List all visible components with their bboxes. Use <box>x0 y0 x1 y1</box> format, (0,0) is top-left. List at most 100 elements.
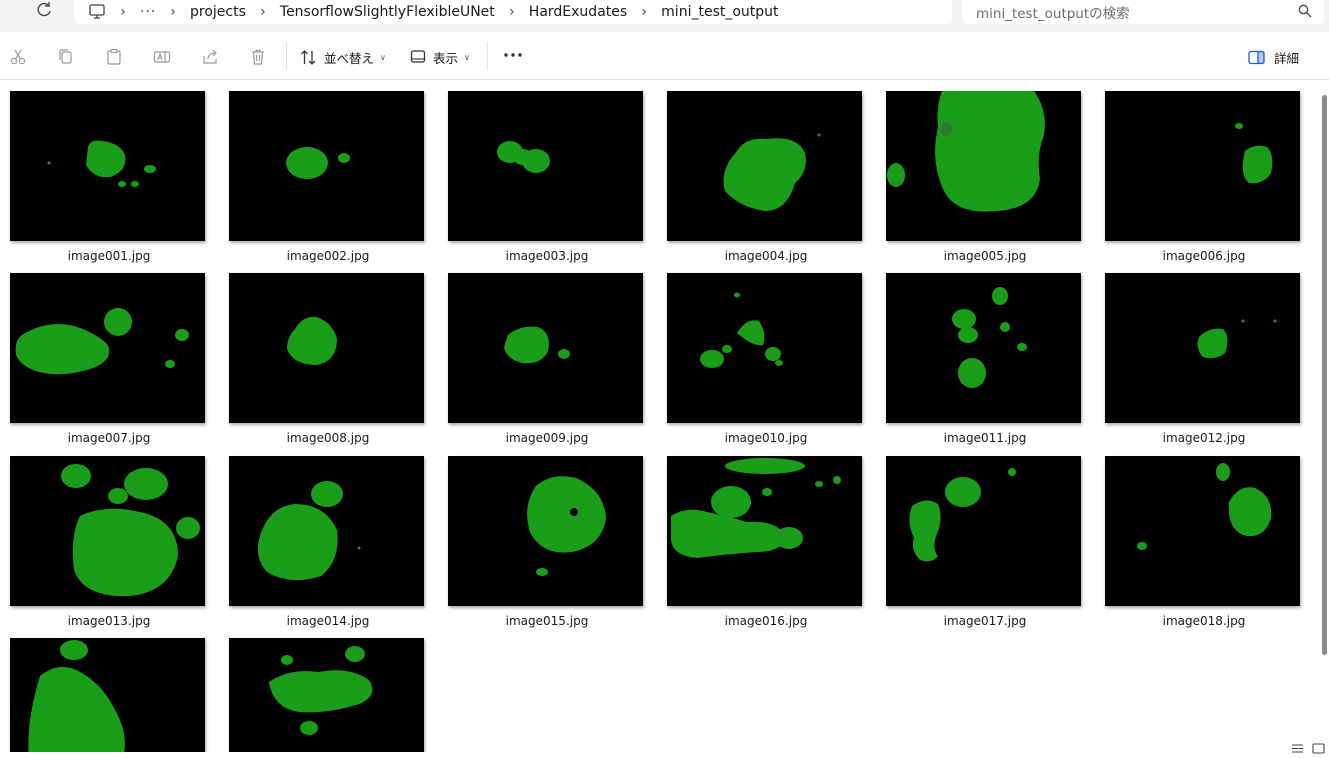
segmentation-mask-image <box>497 141 550 173</box>
segmentation-mask-image <box>952 287 1027 388</box>
segmentation-mask-image <box>700 292 783 368</box>
toolbar-divider <box>487 42 488 70</box>
delete-icon[interactable] <box>249 48 267 66</box>
file-thumbnail[interactable] <box>448 91 643 241</box>
command-bar: 並べ替え ∨ 表示 ∨ 詳細 <box>0 32 1329 80</box>
file-thumbnail[interactable] <box>448 456 643 606</box>
view-toggle-group <box>1291 739 1325 754</box>
file-name[interactable]: image006.jpg <box>1105 249 1303 263</box>
file-name[interactable]: image008.jpg <box>229 431 427 445</box>
file-thumbnail[interactable] <box>886 273 1081 423</box>
segmentation-mask-image <box>1197 319 1277 359</box>
chevron-right-icon[interactable]: › <box>106 4 140 20</box>
file-thumbnail[interactable] <box>1105 273 1300 423</box>
breadcrumb-tensorflow[interactable]: TensorflowSlightlyFlexibleUNet <box>280 4 495 20</box>
file-name[interactable]: image015.jpg <box>448 614 646 628</box>
file-name[interactable]: image017.jpg <box>886 614 1084 628</box>
view-label: 表示 <box>433 50 459 66</box>
file-thumbnail[interactable] <box>229 638 424 752</box>
details-label: 詳細 <box>1273 50 1299 66</box>
breadcrumb-overflow[interactable]: ··· <box>140 4 156 20</box>
chevron-right-icon[interactable]: › <box>495 4 529 20</box>
file-name[interactable]: image005.jpg <box>886 249 1084 263</box>
file-thumbnail[interactable] <box>229 273 424 423</box>
address-row: › ··· › projects › TensorflowSlightlyFle… <box>0 0 1329 32</box>
file-thumbnail[interactable] <box>10 456 205 606</box>
rename-icon[interactable] <box>153 48 171 66</box>
chevron-right-icon[interactable]: › <box>627 4 661 20</box>
sort-label: 並べ替え <box>324 50 375 66</box>
search-placeholder[interactable]: mini_test_outputの検索 <box>976 2 1130 22</box>
chevron-right-icon[interactable]: › <box>156 4 190 20</box>
file-thumbnail[interactable] <box>1105 91 1300 241</box>
file-name[interactable]: image010.jpg <box>667 431 865 445</box>
file-thumbnail[interactable] <box>10 638 205 752</box>
file-thumbnail[interactable] <box>667 273 862 423</box>
cut-icon[interactable] <box>9 48 27 66</box>
segmentation-mask-image <box>1235 123 1273 184</box>
more-options-icon[interactable] <box>502 45 524 65</box>
file-name[interactable]: image003.jpg <box>448 249 646 263</box>
copy-icon[interactable] <box>57 48 75 66</box>
segmentation-mask-image <box>269 646 373 735</box>
segmentation-mask-image <box>286 147 350 179</box>
file-name[interactable]: image002.jpg <box>229 249 427 263</box>
file-name[interactable]: image007.jpg <box>10 431 208 445</box>
file-name[interactable]: image004.jpg <box>667 249 865 263</box>
toolbar-divider <box>286 42 287 70</box>
file-thumbnail[interactable] <box>229 456 424 606</box>
this-pc-icon[interactable] <box>88 4 106 20</box>
segmentation-mask-image <box>887 91 1045 212</box>
segmentation-mask-image <box>47 140 156 187</box>
segmentation-mask-image <box>287 316 337 365</box>
details-pane-icon <box>1248 50 1265 64</box>
file-grid: image001.jpg image002.jpg image003.jpg i… <box>0 80 1318 752</box>
segmentation-mask-image <box>723 133 821 211</box>
file-thumbnail[interactable] <box>886 456 1081 606</box>
file-thumbnail[interactable] <box>229 91 424 241</box>
details-pane-button[interactable]: 詳細 <box>1248 46 1299 68</box>
file-thumbnail[interactable] <box>1105 456 1300 606</box>
file-name[interactable]: image011.jpg <box>886 431 1084 445</box>
breadcrumb-mini-test-output[interactable]: mini_test_output <box>661 4 778 20</box>
file-name[interactable]: image016.jpg <box>667 614 865 628</box>
share-icon[interactable] <box>201 48 219 66</box>
sort-button[interactable]: 並べ替え ∨ <box>300 46 386 68</box>
breadcrumb-projects[interactable]: projects <box>190 4 246 20</box>
view-icon <box>410 50 426 63</box>
segmentation-mask-image <box>504 326 570 364</box>
sort-icon <box>301 49 316 65</box>
file-thumbnail[interactable] <box>667 456 862 606</box>
segmentation-mask-image <box>61 464 200 597</box>
file-thumbnail[interactable] <box>448 273 643 423</box>
file-thumbnail[interactable] <box>667 91 862 241</box>
search-icon[interactable] <box>1298 4 1312 18</box>
segmentation-mask-image <box>257 481 361 581</box>
segmentation-mask-image <box>671 458 841 558</box>
breadcrumb-hardexudates[interactable]: HardExudates <box>529 4 627 20</box>
file-name[interactable]: image013.jpg <box>10 614 208 628</box>
scrollbar-thumb[interactable] <box>1322 95 1327 655</box>
address-bar[interactable]: › ··· › projects › TensorflowSlightlyFle… <box>74 0 952 24</box>
details-view-icon[interactable] <box>1291 739 1304 753</box>
chevron-down-icon: ∨ <box>380 52 386 62</box>
segmentation-mask-image <box>1137 463 1272 550</box>
file-thumbnail[interactable] <box>10 273 205 423</box>
file-name[interactable]: image001.jpg <box>10 249 208 263</box>
file-thumbnail[interactable] <box>886 91 1081 241</box>
file-name[interactable]: image018.jpg <box>1105 614 1303 628</box>
segmentation-mask-image <box>527 476 606 576</box>
file-name[interactable]: image009.jpg <box>448 431 646 445</box>
refresh-icon[interactable] <box>34 1 54 19</box>
file-thumbnail[interactable] <box>10 91 205 241</box>
chevron-right-icon[interactable]: › <box>246 4 280 20</box>
segmentation-mask-image <box>909 468 1016 562</box>
search-box[interactable]: mini_test_outputの検索 <box>962 0 1324 24</box>
segmentation-mask-image <box>28 640 125 752</box>
view-button[interactable]: 表示 ∨ <box>410 46 470 68</box>
file-name[interactable]: image014.jpg <box>229 614 427 628</box>
paste-icon[interactable] <box>105 48 123 66</box>
large-icons-view-icon[interactable] <box>1312 739 1325 754</box>
segmentation-mask-image <box>15 308 189 375</box>
file-name[interactable]: image012.jpg <box>1105 431 1303 445</box>
